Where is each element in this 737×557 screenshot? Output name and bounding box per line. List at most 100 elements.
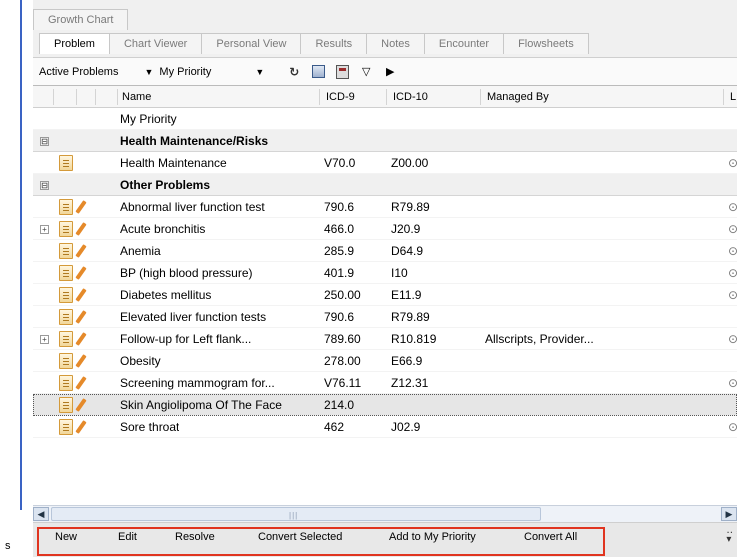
tab-flowsheets[interactable]: Flowsheets <box>504 33 589 54</box>
table-row[interactable]: Health Maintenance V70.0 Z00.00 ⊙ <box>33 152 737 174</box>
problem-name: BP (high blood pressure) <box>120 266 253 280</box>
pencil-icon[interactable] <box>75 332 87 346</box>
problem-name: Sore throat <box>120 420 180 434</box>
column-header-managed-by[interactable]: Managed By <box>485 86 549 107</box>
group-row[interactable]: ⊟ Other Problems <box>33 174 737 196</box>
tab-chart-viewer[interactable]: Chart Viewer <box>109 33 203 54</box>
column-header-icd9[interactable]: ICD-9 <box>324 86 355 107</box>
table-row[interactable]: Elevated liver function tests 790.6 R79.89 <box>33 306 737 328</box>
tab-notes[interactable]: Notes <box>367 33 425 54</box>
view-select-arrow[interactable]: ▼ <box>255 67 270 77</box>
tab-growth-chart[interactable]: Growth Chart <box>33 9 129 30</box>
expand-icon[interactable]: + <box>40 225 49 234</box>
table-row[interactable]: Diabetes mellitus 250.00 E11.9 ⊙ <box>33 284 737 306</box>
more-actions-icon[interactable]: ‥ ▾ <box>726 526 733 545</box>
table-row[interactable]: Sore throat 462 J02.9 ⊙ <box>33 416 737 438</box>
document-icon[interactable] <box>59 199 73 215</box>
column-header-name[interactable]: Name <box>120 86 151 107</box>
document-icon[interactable] <box>59 419 73 435</box>
convert-selected-button[interactable]: Convert Selected <box>258 531 342 543</box>
column-separator <box>723 89 724 105</box>
problem-grid: Name ICD-9 ICD-10 Managed By L My Priori… <box>33 85 737 505</box>
collapse-icon[interactable]: ⊟ <box>40 137 49 146</box>
document-icon[interactable] <box>59 375 73 391</box>
document-icon[interactable] <box>59 331 73 347</box>
convert-all-button[interactable]: Convert All <box>524 531 577 543</box>
document-icon[interactable] <box>59 221 73 237</box>
table-row[interactable]: BP (high blood pressure) 401.9 I10 ⊙ <box>33 262 737 284</box>
icd10-code: J02.9 <box>391 420 421 434</box>
column-header-icd10[interactable]: ICD-10 <box>391 86 428 107</box>
icd10-code: J20.9 <box>391 222 421 236</box>
main-tab-row: Problem Chart Viewer Personal View Results N… <box>39 33 589 54</box>
view-select-value: My Priority <box>159 65 212 78</box>
pencil-icon[interactable] <box>75 222 87 236</box>
problem-name: Acute bronchitis <box>120 222 206 236</box>
icd10-code: R79.89 <box>391 310 430 324</box>
problem-name: Follow-up for Left flank... <box>120 332 252 346</box>
calculator-icon <box>335 64 349 79</box>
table-row[interactable]: + Acute bronchitis 466.0 J20.9 ⊙ <box>33 218 737 240</box>
history-icon: ⊙ <box>728 262 737 283</box>
page: s Growth Chart Problem Chart Viewer Person… <box>0 0 737 557</box>
icd9-code: V70.0 <box>324 156 356 170</box>
table-row[interactable]: Skin Angiolipoma Of The Face 214.0 <box>33 394 737 416</box>
edit-button[interactable]: Edit <box>118 531 137 543</box>
icd10-code: R10.819 <box>391 332 437 346</box>
pencil-icon[interactable] <box>75 376 87 390</box>
view-select[interactable]: ▼ My Priority <box>144 66 211 78</box>
list-type-select[interactable]: Active Problems <box>39 66 118 78</box>
scroll-thumb[interactable]: ||| <box>51 507 541 521</box>
document-icon[interactable] <box>59 353 73 369</box>
pencil-icon[interactable] <box>75 420 87 434</box>
problem-name: Skin Angiolipoma Of The Face <box>120 398 282 412</box>
pencil-icon[interactable] <box>75 288 87 302</box>
add-to-my-priority-button[interactable]: Add to My Priority <box>389 531 476 543</box>
tab-personal-view[interactable]: Personal View <box>202 33 302 54</box>
scroll-right-button[interactable]: ▶ <box>721 507 737 521</box>
pencil-icon[interactable] <box>75 398 87 412</box>
icd9-code: 790.6 <box>324 200 355 214</box>
column-header-last[interactable]: L <box>728 86 736 107</box>
tab-problem[interactable]: Problem <box>39 33 110 54</box>
expand-icon[interactable]: + <box>40 335 49 344</box>
table-row[interactable]: + Follow-up for Left flank... 789.60 R10.81… <box>33 328 737 350</box>
history-icon: ⊙ <box>728 240 737 261</box>
refresh-icon[interactable]: ↻ <box>286 64 302 80</box>
icd9-code: V76.11 <box>324 376 362 390</box>
calculator-button[interactable] <box>334 64 350 80</box>
table-row[interactable]: Abnormal liver function test 790.6 R79.89 ⊙ <box>33 196 737 218</box>
print-button[interactable] <box>310 64 326 80</box>
group-row[interactable]: ⊟ Health Maintenance/Risks <box>33 130 737 152</box>
horizontal-scrollbar[interactable]: ◀ ||| ▶ <box>33 505 737 522</box>
table-row[interactable]: Obesity 278.00 E66.9 <box>33 350 737 372</box>
collapse-icon[interactable]: ⊟ <box>40 181 49 190</box>
table-row[interactable]: Anemia 285.9 D64.9 ⊙ <box>33 240 737 262</box>
pencil-icon[interactable] <box>75 354 87 368</box>
icd10-code: Z12.31 <box>391 376 429 390</box>
column-separator <box>117 89 118 105</box>
icd9-code: 789.60 <box>324 332 361 346</box>
resolve-button[interactable]: Resolve <box>175 531 215 543</box>
problem-name: Other Problems <box>120 178 211 192</box>
document-icon[interactable] <box>59 287 73 303</box>
document-icon[interactable] <box>59 265 73 281</box>
new-button[interactable]: New <box>55 531 77 543</box>
pencil-icon[interactable] <box>75 310 87 324</box>
problem-name: Anemia <box>120 244 161 258</box>
table-row[interactable]: Screening mammogram for... V76.11 Z12.31 ⊙ <box>33 372 737 394</box>
pencil-icon[interactable] <box>75 266 87 280</box>
tab-encounter[interactable]: Encounter <box>424 33 505 54</box>
scroll-left-button[interactable]: ◀ <box>33 507 49 521</box>
document-icon[interactable] <box>59 243 73 259</box>
document-icon[interactable] <box>59 155 73 171</box>
pencil-icon[interactable] <box>75 244 87 258</box>
document-icon[interactable] <box>59 309 73 325</box>
play-icon[interactable]: ▶ <box>382 64 398 80</box>
managed-by: Allscripts, Provider... <box>485 332 594 346</box>
filter-icon[interactable]: ▽ <box>358 64 374 80</box>
icd9-code: 401.9 <box>324 266 355 280</box>
document-icon[interactable] <box>59 397 73 413</box>
tab-results[interactable]: Results <box>301 33 368 54</box>
pencil-icon[interactable] <box>75 200 87 214</box>
